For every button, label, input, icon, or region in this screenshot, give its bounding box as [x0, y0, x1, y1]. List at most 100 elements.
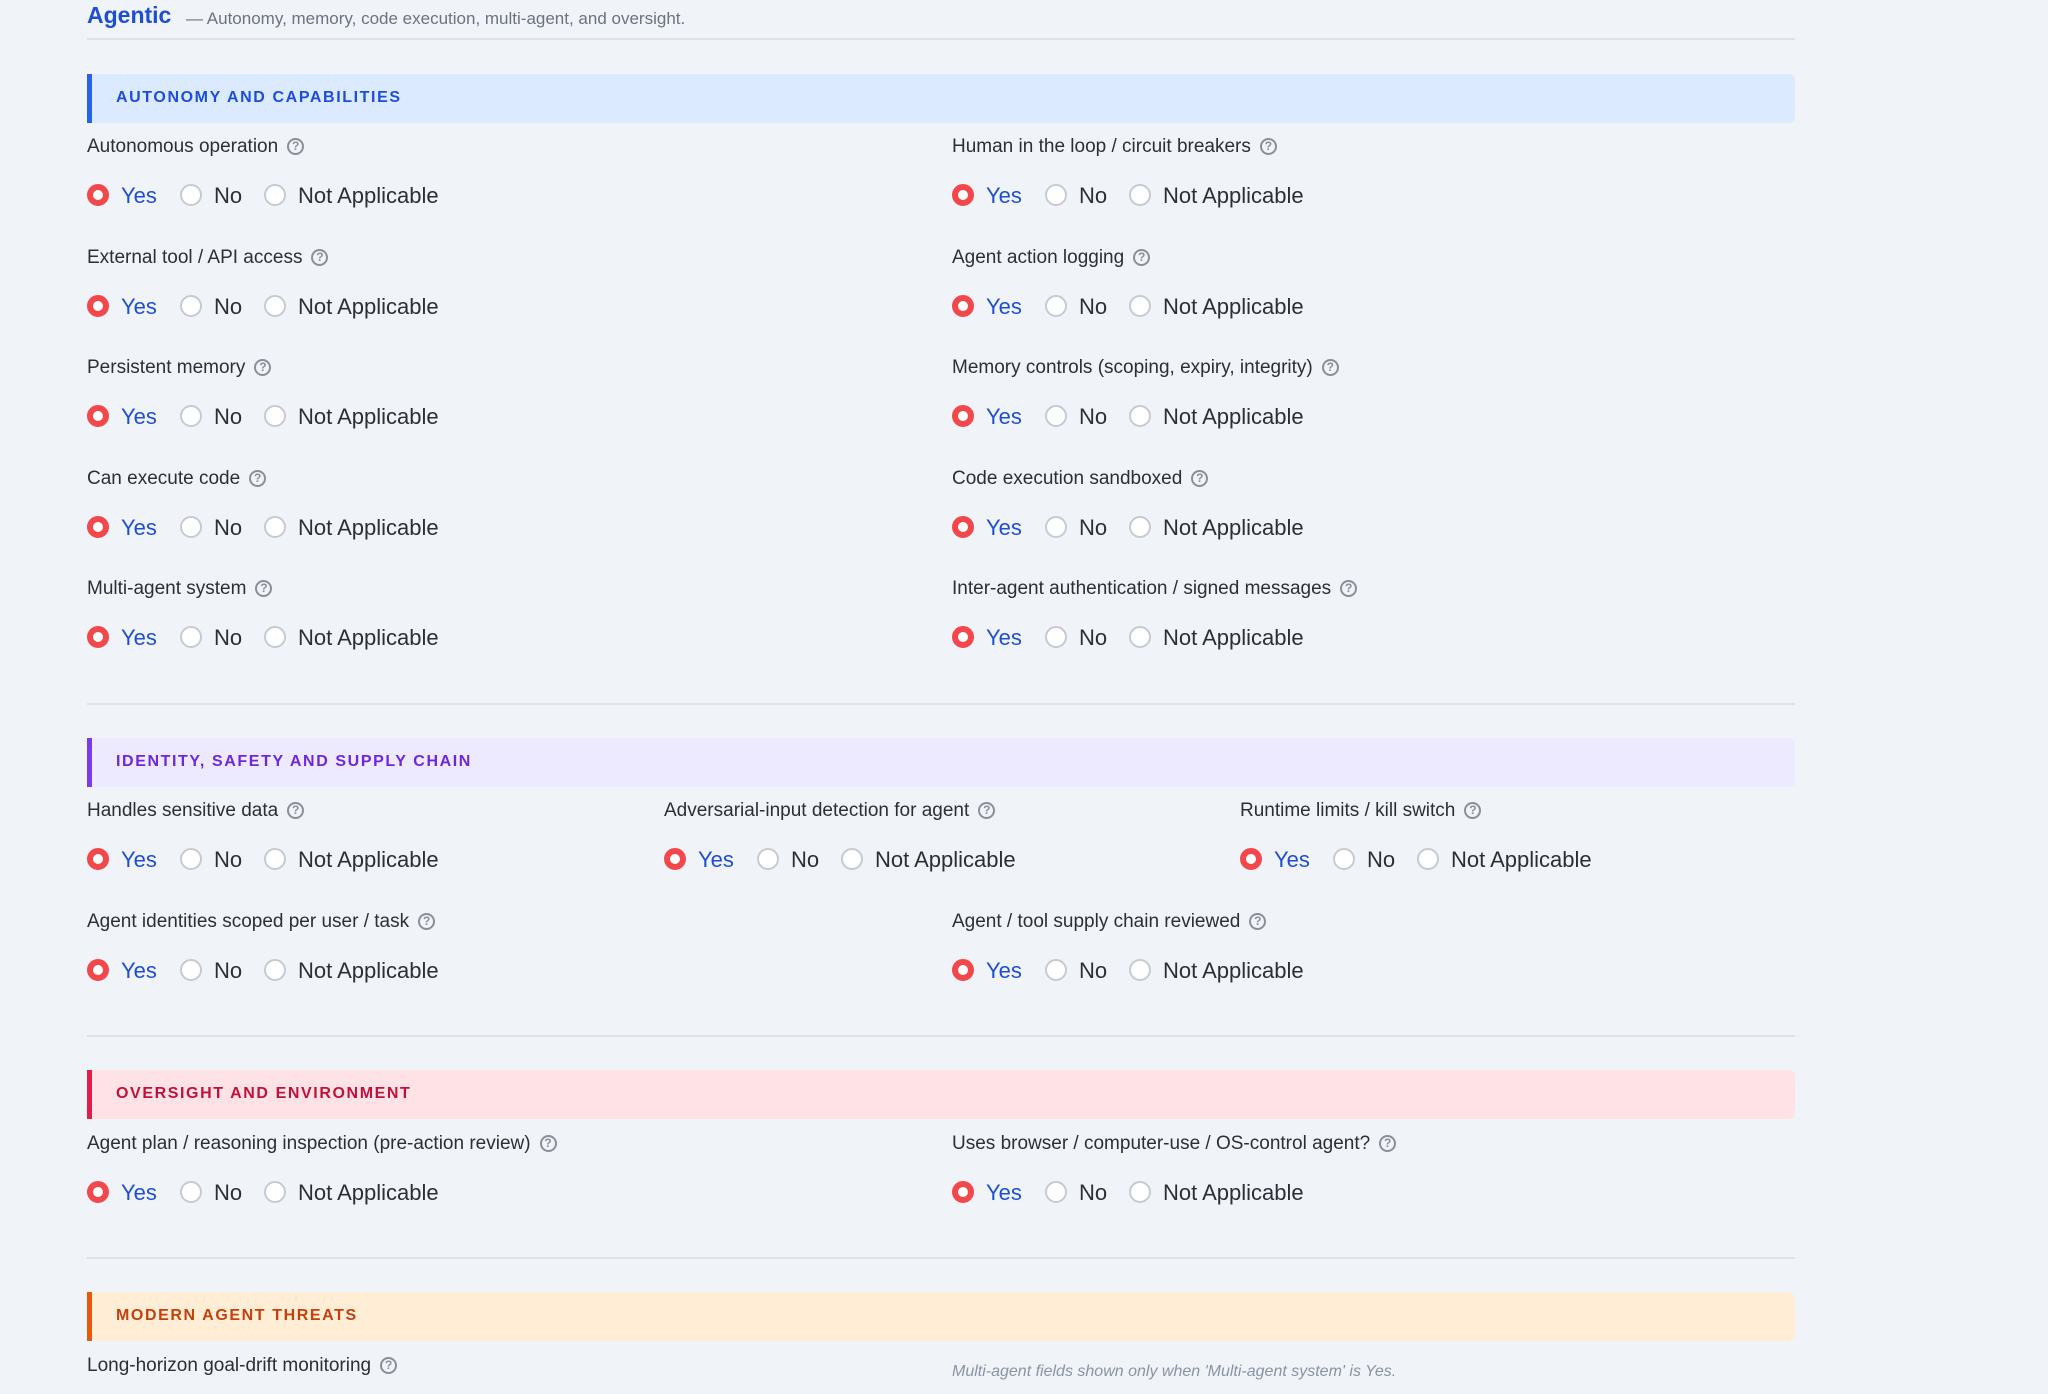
help-icon[interactable]: ?: [287, 802, 305, 819]
help-icon[interactable]: ?: [418, 913, 436, 930]
radio-option-label[interactable]: Yes: [121, 404, 157, 430]
radio-option-label[interactable]: Not Applicable: [298, 404, 439, 430]
radio-option-label[interactable]: No: [1079, 958, 1107, 984]
radio-option-label[interactable]: No: [214, 625, 242, 651]
radio-button[interactable]: [1333, 848, 1355, 870]
help-icon[interactable]: ?: [311, 249, 329, 266]
help-icon[interactable]: ?: [255, 580, 273, 597]
radio-button[interactable]: [952, 405, 974, 427]
radio-button[interactable]: [664, 848, 686, 870]
radio-option-label[interactable]: Not Applicable: [298, 183, 439, 209]
radio-button[interactable]: [87, 1181, 109, 1203]
radio-option-label[interactable]: Yes: [986, 515, 1022, 541]
radio-button[interactable]: [180, 959, 202, 981]
radio-button[interactable]: [952, 626, 974, 648]
radio-option-label[interactable]: No: [1367, 847, 1395, 873]
radio-button[interactable]: [87, 626, 109, 648]
radio-option-label[interactable]: Yes: [986, 1180, 1022, 1206]
radio-option-label[interactable]: Not Applicable: [1451, 847, 1592, 873]
radio-option-label[interactable]: Yes: [121, 1180, 157, 1206]
radio-option-label[interactable]: No: [214, 1180, 242, 1206]
radio-button[interactable]: [180, 1181, 202, 1203]
radio-button[interactable]: [180, 295, 202, 317]
radio-option-label[interactable]: Yes: [698, 847, 734, 873]
radio-option-label[interactable]: Not Applicable: [298, 625, 439, 651]
radio-option-label[interactable]: No: [214, 404, 242, 430]
radio-option-label[interactable]: Yes: [986, 294, 1022, 320]
radio-option-label[interactable]: Yes: [986, 183, 1022, 209]
radio-option-label[interactable]: Yes: [121, 847, 157, 873]
radio-option-label[interactable]: Not Applicable: [298, 1180, 439, 1206]
radio-option-label[interactable]: Yes: [1274, 847, 1310, 873]
radio-option-label[interactable]: No: [214, 958, 242, 984]
radio-option-label[interactable]: Yes: [121, 183, 157, 209]
radio-option-label[interactable]: Not Applicable: [1163, 625, 1304, 651]
help-icon[interactable]: ?: [1191, 470, 1209, 487]
radio-button[interactable]: [1129, 184, 1151, 206]
radio-button[interactable]: [264, 295, 286, 317]
radio-button[interactable]: [87, 295, 109, 317]
radio-option-label[interactable]: No: [214, 847, 242, 873]
help-icon[interactable]: ?: [539, 1135, 557, 1152]
radio-option-label[interactable]: No: [1079, 1180, 1107, 1206]
help-icon[interactable]: ?: [978, 802, 996, 819]
radio-button[interactable]: [952, 1181, 974, 1203]
radio-button[interactable]: [264, 516, 286, 538]
help-icon[interactable]: ?: [1340, 580, 1358, 597]
help-icon[interactable]: ?: [1249, 913, 1267, 930]
help-icon[interactable]: ?: [249, 470, 267, 487]
radio-button[interactable]: [264, 1181, 286, 1203]
radio-option-label[interactable]: Yes: [121, 625, 157, 651]
radio-button[interactable]: [1129, 1181, 1151, 1203]
radio-button[interactable]: [952, 516, 974, 538]
radio-button[interactable]: [1045, 626, 1067, 648]
help-icon[interactable]: ?: [1259, 138, 1277, 155]
radio-option-label[interactable]: Yes: [986, 958, 1022, 984]
radio-option-label[interactable]: Not Applicable: [1163, 404, 1304, 430]
radio-button[interactable]: [87, 516, 109, 538]
radio-button[interactable]: [180, 405, 202, 427]
help-icon[interactable]: ?: [1133, 249, 1151, 266]
radio-button[interactable]: [87, 184, 109, 206]
radio-option-label[interactable]: No: [1079, 294, 1107, 320]
radio-option-label[interactable]: No: [1079, 404, 1107, 430]
radio-button[interactable]: [952, 295, 974, 317]
radio-option-label[interactable]: No: [214, 294, 242, 320]
radio-option-label[interactable]: Not Applicable: [875, 847, 1016, 873]
radio-button[interactable]: [87, 405, 109, 427]
radio-option-label[interactable]: Yes: [121, 958, 157, 984]
radio-button[interactable]: [1417, 848, 1439, 870]
radio-button[interactable]: [264, 959, 286, 981]
radio-button[interactable]: [1045, 1181, 1067, 1203]
help-icon[interactable]: ?: [1464, 802, 1482, 819]
radio-option-label[interactable]: No: [1079, 515, 1107, 541]
radio-button[interactable]: [841, 848, 863, 870]
radio-option-label[interactable]: No: [214, 515, 242, 541]
radio-button[interactable]: [1129, 295, 1151, 317]
radio-button[interactable]: [952, 184, 974, 206]
radio-option-label[interactable]: No: [1079, 183, 1107, 209]
radio-button[interactable]: [952, 959, 974, 981]
radio-option-label[interactable]: Not Applicable: [1163, 183, 1304, 209]
radio-option-label[interactable]: Yes: [121, 294, 157, 320]
help-icon[interactable]: ?: [1321, 359, 1339, 376]
radio-option-label[interactable]: Not Applicable: [1163, 958, 1304, 984]
radio-option-label[interactable]: No: [791, 847, 819, 873]
radio-button[interactable]: [87, 959, 109, 981]
help-icon[interactable]: ?: [287, 138, 305, 155]
radio-button[interactable]: [180, 516, 202, 538]
radio-option-label[interactable]: Not Applicable: [298, 515, 439, 541]
radio-button[interactable]: [180, 848, 202, 870]
radio-button[interactable]: [264, 184, 286, 206]
radio-button[interactable]: [757, 848, 779, 870]
radio-option-label[interactable]: Not Applicable: [298, 847, 439, 873]
radio-button[interactable]: [1129, 626, 1151, 648]
help-icon[interactable]: ?: [1379, 1135, 1397, 1152]
radio-option-label[interactable]: No: [1079, 625, 1107, 651]
help-icon[interactable]: ?: [380, 1357, 398, 1374]
radio-button[interactable]: [264, 626, 286, 648]
radio-button[interactable]: [1045, 959, 1067, 981]
radio-button[interactable]: [1045, 405, 1067, 427]
radio-button[interactable]: [1129, 405, 1151, 427]
radio-option-label[interactable]: Yes: [986, 404, 1022, 430]
